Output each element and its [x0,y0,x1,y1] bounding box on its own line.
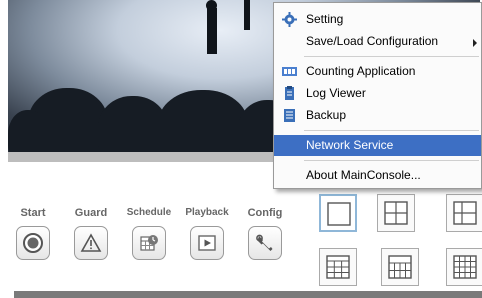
gear-icon [282,12,297,27]
guard-tool[interactable]: Guard [62,206,120,276]
config-tool[interactable]: Config [236,206,294,276]
schedule-button[interactable] [132,226,166,260]
menu-item-label: Setting [306,12,344,26]
menu-separator [304,160,479,161]
playback-button[interactable] [190,226,224,260]
layout-1x1-button[interactable] [319,194,357,232]
menu-item-about[interactable]: About MainConsole... [274,165,481,186]
menu-item-label: Counting Application [306,64,416,78]
config-button[interactable] [248,226,282,260]
guard-label: Guard [74,207,108,219]
layout-4x4-icon [453,255,477,279]
submenu-arrow-icon [473,39,477,47]
menu-item-log-viewer[interactable]: Log Viewer [274,83,481,104]
warning-icon [80,233,102,252]
menu-item-setting[interactable]: Setting [274,9,481,30]
layout-selector [315,190,482,290]
backup-icon [284,109,295,122]
crowd-silhouette [158,90,248,152]
playback-tool[interactable]: Playback [178,206,236,276]
counting-icon [282,67,297,76]
person-figure [244,0,250,30]
menu-item-backup[interactable]: Backup [274,105,481,126]
layout-1plus5-icon [453,201,477,225]
bottom-status-bar [14,291,482,298]
menu-item-label: Network Service [306,138,394,152]
layout-4x3-icon [388,255,412,279]
menu-separator [304,56,479,57]
layout-3x3-button[interactable] [319,248,357,286]
record-icon [23,233,43,253]
guard-button[interactable] [74,226,108,260]
menu-item-network-service[interactable]: Network Service [274,135,481,156]
schedule-icon [140,235,158,251]
layout-4x3-button[interactable] [381,248,419,286]
menu-item-save-load[interactable]: Save/Load Configuration [274,31,481,52]
log-icon [285,86,294,100]
menu-item-label: Log Viewer [306,86,366,100]
schedule-tool[interactable]: Schedule [120,206,178,276]
menu-item-label: Backup [306,108,347,122]
menu-item-label: Save/Load Configuration [306,34,439,48]
schedule-label: Schedule [126,207,172,218]
start-label: Start [20,207,46,219]
start-tool[interactable]: Start [4,206,62,276]
menu-separator [304,130,479,131]
menu-item-label: About MainConsole... [306,168,421,182]
person-figure [207,8,217,54]
layout-4x4-button[interactable] [446,248,482,286]
context-menu: Setting Save/Load Configuration Counting… [273,2,482,189]
start-button[interactable] [16,226,50,260]
main-toolbar: Start Guard Schedule Playback Config [8,206,293,276]
wrench-icon [256,234,273,251]
config-label: Config [247,207,283,219]
layout-1plus5-button[interactable] [446,194,482,232]
menu-item-counting[interactable]: Counting Application [274,61,481,82]
layout-1x1-icon [327,202,351,226]
crowd-silhouette [8,110,48,152]
playback-label: Playback [185,207,229,218]
layout-2x2-icon [384,201,408,225]
play-icon [198,235,216,251]
layout-2x2-button[interactable] [377,194,415,232]
layout-3x3-icon [326,255,350,279]
